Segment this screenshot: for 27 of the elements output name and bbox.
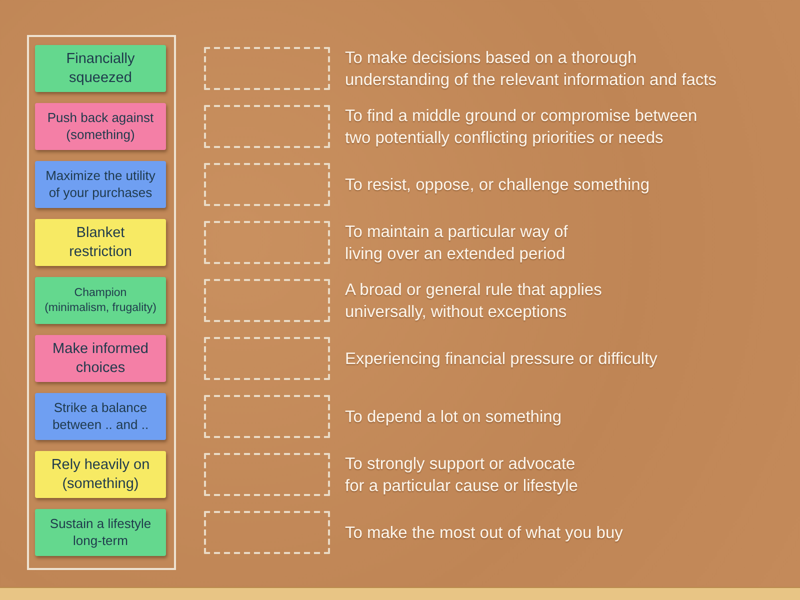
definition-text: To find a middle ground or compromise between two potentially conflicting priorities or needs [345,106,698,148]
sticky-note-card[interactable]: Make informed choices [35,335,166,382]
drop-slot[interactable] [204,221,330,264]
definition-text: Experiencing financial pressure or difficulty [345,348,658,370]
definition-text: To depend a lot on something [345,406,562,428]
sticky-note-card[interactable]: Maximize the utility of your purchases [35,161,166,208]
drop-slot[interactable] [204,105,330,148]
drop-slot[interactable] [204,511,330,554]
definition-text: To strongly support or advocate for a particular cause or lifestyle [345,454,578,496]
definition-text: A broad or general rule that applies universally, without exceptions [345,280,602,322]
drop-slot[interactable] [204,47,330,90]
sticky-note-card[interactable]: Blanket restriction [35,219,166,266]
drop-slot[interactable] [204,163,330,206]
sticky-note-card[interactable]: Strike a balance between .. and .. [35,393,166,440]
drop-slot[interactable] [204,279,330,322]
definition-text: To make decisions based on a thorough understanding of the relevant information and facts [345,48,716,90]
drop-slot[interactable] [204,337,330,380]
definition-text: To resist, oppose, or challenge something [345,174,650,196]
sticky-note-card[interactable]: Push back against (something) [35,103,166,150]
definition-text: To maintain a particular way of living over an extended period [345,222,568,264]
sticky-note-card[interactable]: Financially squeezed [35,45,166,92]
sticky-note-card[interactable]: Rely heavily on (something) [35,451,166,498]
drop-slot[interactable] [204,453,330,496]
drop-slot[interactable] [204,395,330,438]
definition-text: To make the most out of what you buy [345,522,623,544]
sticky-note-card[interactable]: Champion (minimalism, frugality) [35,277,166,324]
sticky-note-card[interactable]: Sustain a lifestyle long-term [35,509,166,556]
